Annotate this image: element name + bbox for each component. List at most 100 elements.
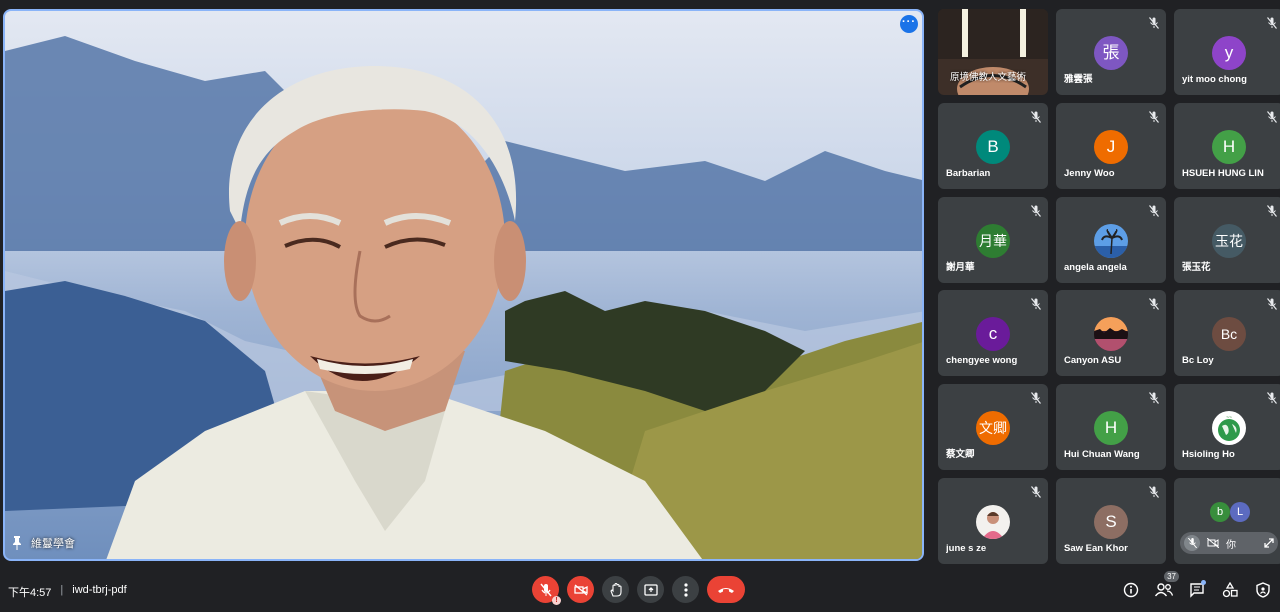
mic-off-icon	[1149, 485, 1159, 498]
main-speaker-label: 維鬘學會	[11, 535, 75, 551]
mic-off-icon	[1267, 16, 1277, 29]
participant-name: 原境佛教人文藝術	[950, 72, 1027, 83]
participant-tile[interactable]: ~~ Hsioling Ho	[1174, 384, 1280, 470]
call-controls: !	[532, 576, 745, 605]
separator: |	[60, 584, 64, 596]
svg-text:~~: ~~	[1226, 415, 1232, 421]
mic-off-icon	[1267, 391, 1277, 404]
more-participants-tile[interactable]: b L 你	[1174, 478, 1280, 564]
self-view-controls: 你	[1180, 532, 1278, 554]
camera-toggle-button[interactable]	[567, 576, 594, 603]
participant-tile[interactable]: H HSUEH HUNG LIN	[1174, 103, 1280, 189]
participant-name: 蔡文卿	[946, 449, 975, 460]
participant-tile[interactable]: june s ze	[938, 478, 1048, 564]
participant-tile[interactable]: S Saw Ean Khor	[1056, 478, 1166, 564]
mic-off-icon	[1031, 485, 1041, 498]
mic-off-icon	[1149, 204, 1159, 217]
participant-tile[interactable]: 月華 謝月華	[938, 197, 1048, 283]
info-icon	[1123, 582, 1138, 597]
raise-hand-button[interactable]	[602, 576, 629, 603]
participant-name: Hsioling Ho	[1182, 449, 1235, 460]
participant-tile[interactable]: 玉花 張玉花	[1174, 197, 1280, 283]
mic-off-icon	[1031, 110, 1041, 123]
participant-avatar: J	[1094, 130, 1128, 164]
meeting-details-button[interactable]	[1121, 580, 1140, 599]
mic-off-icon	[1031, 391, 1041, 404]
participant-tile[interactable]: 張雅雲張	[1056, 9, 1166, 95]
people-button[interactable]: 37	[1154, 571, 1179, 599]
more-vert-icon	[683, 582, 688, 597]
participant-avatar: 月華	[976, 224, 1010, 258]
participant-avatar: c	[976, 317, 1010, 351]
participant-name: angela angela	[1064, 262, 1127, 273]
camera-off-icon[interactable]	[1206, 536, 1220, 550]
participant-name: Jenny Woo	[1064, 168, 1115, 179]
self-label: 你	[1226, 539, 1236, 551]
participant-avatar: Bc	[1212, 317, 1246, 351]
pin-icon[interactable]	[11, 536, 23, 550]
participant-avatar	[1094, 224, 1128, 258]
more-options-button[interactable]	[672, 576, 699, 603]
mic-off-icon[interactable]	[1184, 535, 1200, 551]
hang-up-icon	[718, 587, 734, 593]
participant-name: Barbarian	[946, 168, 991, 179]
participant-name: june s ze	[946, 543, 987, 554]
participant-avatar: y	[1212, 36, 1246, 70]
speaker-video	[5, 36, 922, 559]
mic-off-icon	[1267, 110, 1277, 123]
camera-off-icon	[573, 583, 588, 596]
mic-off-icon	[1149, 110, 1159, 123]
participant-avatar	[1094, 317, 1128, 351]
current-time: 下午4:57	[8, 587, 52, 599]
participant-name: 雅雲張	[1064, 74, 1093, 85]
participant-tile[interactable]: H Hui Chuan Wang	[1056, 384, 1166, 470]
mic-off-icon	[1149, 297, 1159, 310]
participant-name: Bc Loy	[1182, 355, 1214, 366]
participant-avatar	[976, 505, 1010, 539]
main-speaker-name: 維鬘學會	[31, 538, 75, 550]
participant-tile[interactable]: y yit moo chong	[1174, 9, 1280, 95]
more-avatar-2: L	[1230, 502, 1250, 522]
participant-name: yit moo chong	[1182, 74, 1247, 85]
more-avatar-1: b	[1210, 502, 1230, 522]
participant-count-badge: 37	[1164, 571, 1179, 582]
mic-off-icon	[1031, 204, 1041, 217]
meeting-info: 下午4:57 | iwd-tbrj-pdf	[8, 584, 127, 600]
bottom-toolbar: 下午4:57 | iwd-tbrj-pdf ! 37	[0, 568, 1280, 612]
expand-icon[interactable]	[1264, 538, 1274, 548]
participant-tile[interactable]: J Jenny Woo	[1056, 103, 1166, 189]
warning-badge: !	[552, 596, 561, 605]
participant-name: chengyee wong	[946, 355, 1018, 366]
participant-name: Hui Chuan Wang	[1064, 449, 1140, 460]
chat-button[interactable]	[1187, 580, 1206, 599]
participant-name: HSUEH HUNG LIN	[1182, 168, 1264, 179]
main-speaker-tile[interactable]: ··· 維鬘學會	[3, 9, 924, 561]
participant-avatar: S	[1094, 505, 1128, 539]
participant-tile[interactable]: B Barbarian	[938, 103, 1048, 189]
mic-off-icon	[1149, 391, 1159, 404]
participant-tile[interactable]: 文卿 蔡文卿	[938, 384, 1048, 470]
activities-button[interactable]	[1220, 580, 1239, 599]
participant-avatar: B	[976, 130, 1010, 164]
more-options-button[interactable]: ···	[900, 15, 918, 33]
people-icon	[1154, 582, 1173, 596]
meeting-code[interactable]: iwd-tbrj-pdf	[72, 584, 126, 600]
participant-tile[interactable]: c chengyee wong	[938, 290, 1048, 376]
participant-avatar: ~~	[1212, 411, 1246, 445]
leave-call-button[interactable]	[707, 576, 745, 603]
participant-tile[interactable]: Canyon ASU	[1056, 290, 1166, 376]
participant-tile[interactable]: angela angela	[1056, 197, 1166, 283]
participant-tile[interactable]: 原境佛教人文藝術	[938, 9, 1048, 95]
participant-avatar: H	[1212, 130, 1246, 164]
host-controls-button[interactable]	[1253, 580, 1272, 599]
participant-name: Saw Ean Khor	[1064, 543, 1128, 554]
participant-avatar: 張	[1094, 36, 1128, 70]
participant-avatar: 文卿	[976, 411, 1010, 445]
present-screen-button[interactable]	[637, 576, 664, 603]
participant-tile[interactable]: Bc Bc Loy	[1174, 290, 1280, 376]
participant-name: 謝月華	[946, 262, 975, 273]
mic-off-icon	[1267, 297, 1277, 310]
hand-icon	[609, 582, 622, 597]
mic-off-icon	[1031, 297, 1041, 310]
mic-toggle-button[interactable]: !	[532, 576, 561, 605]
